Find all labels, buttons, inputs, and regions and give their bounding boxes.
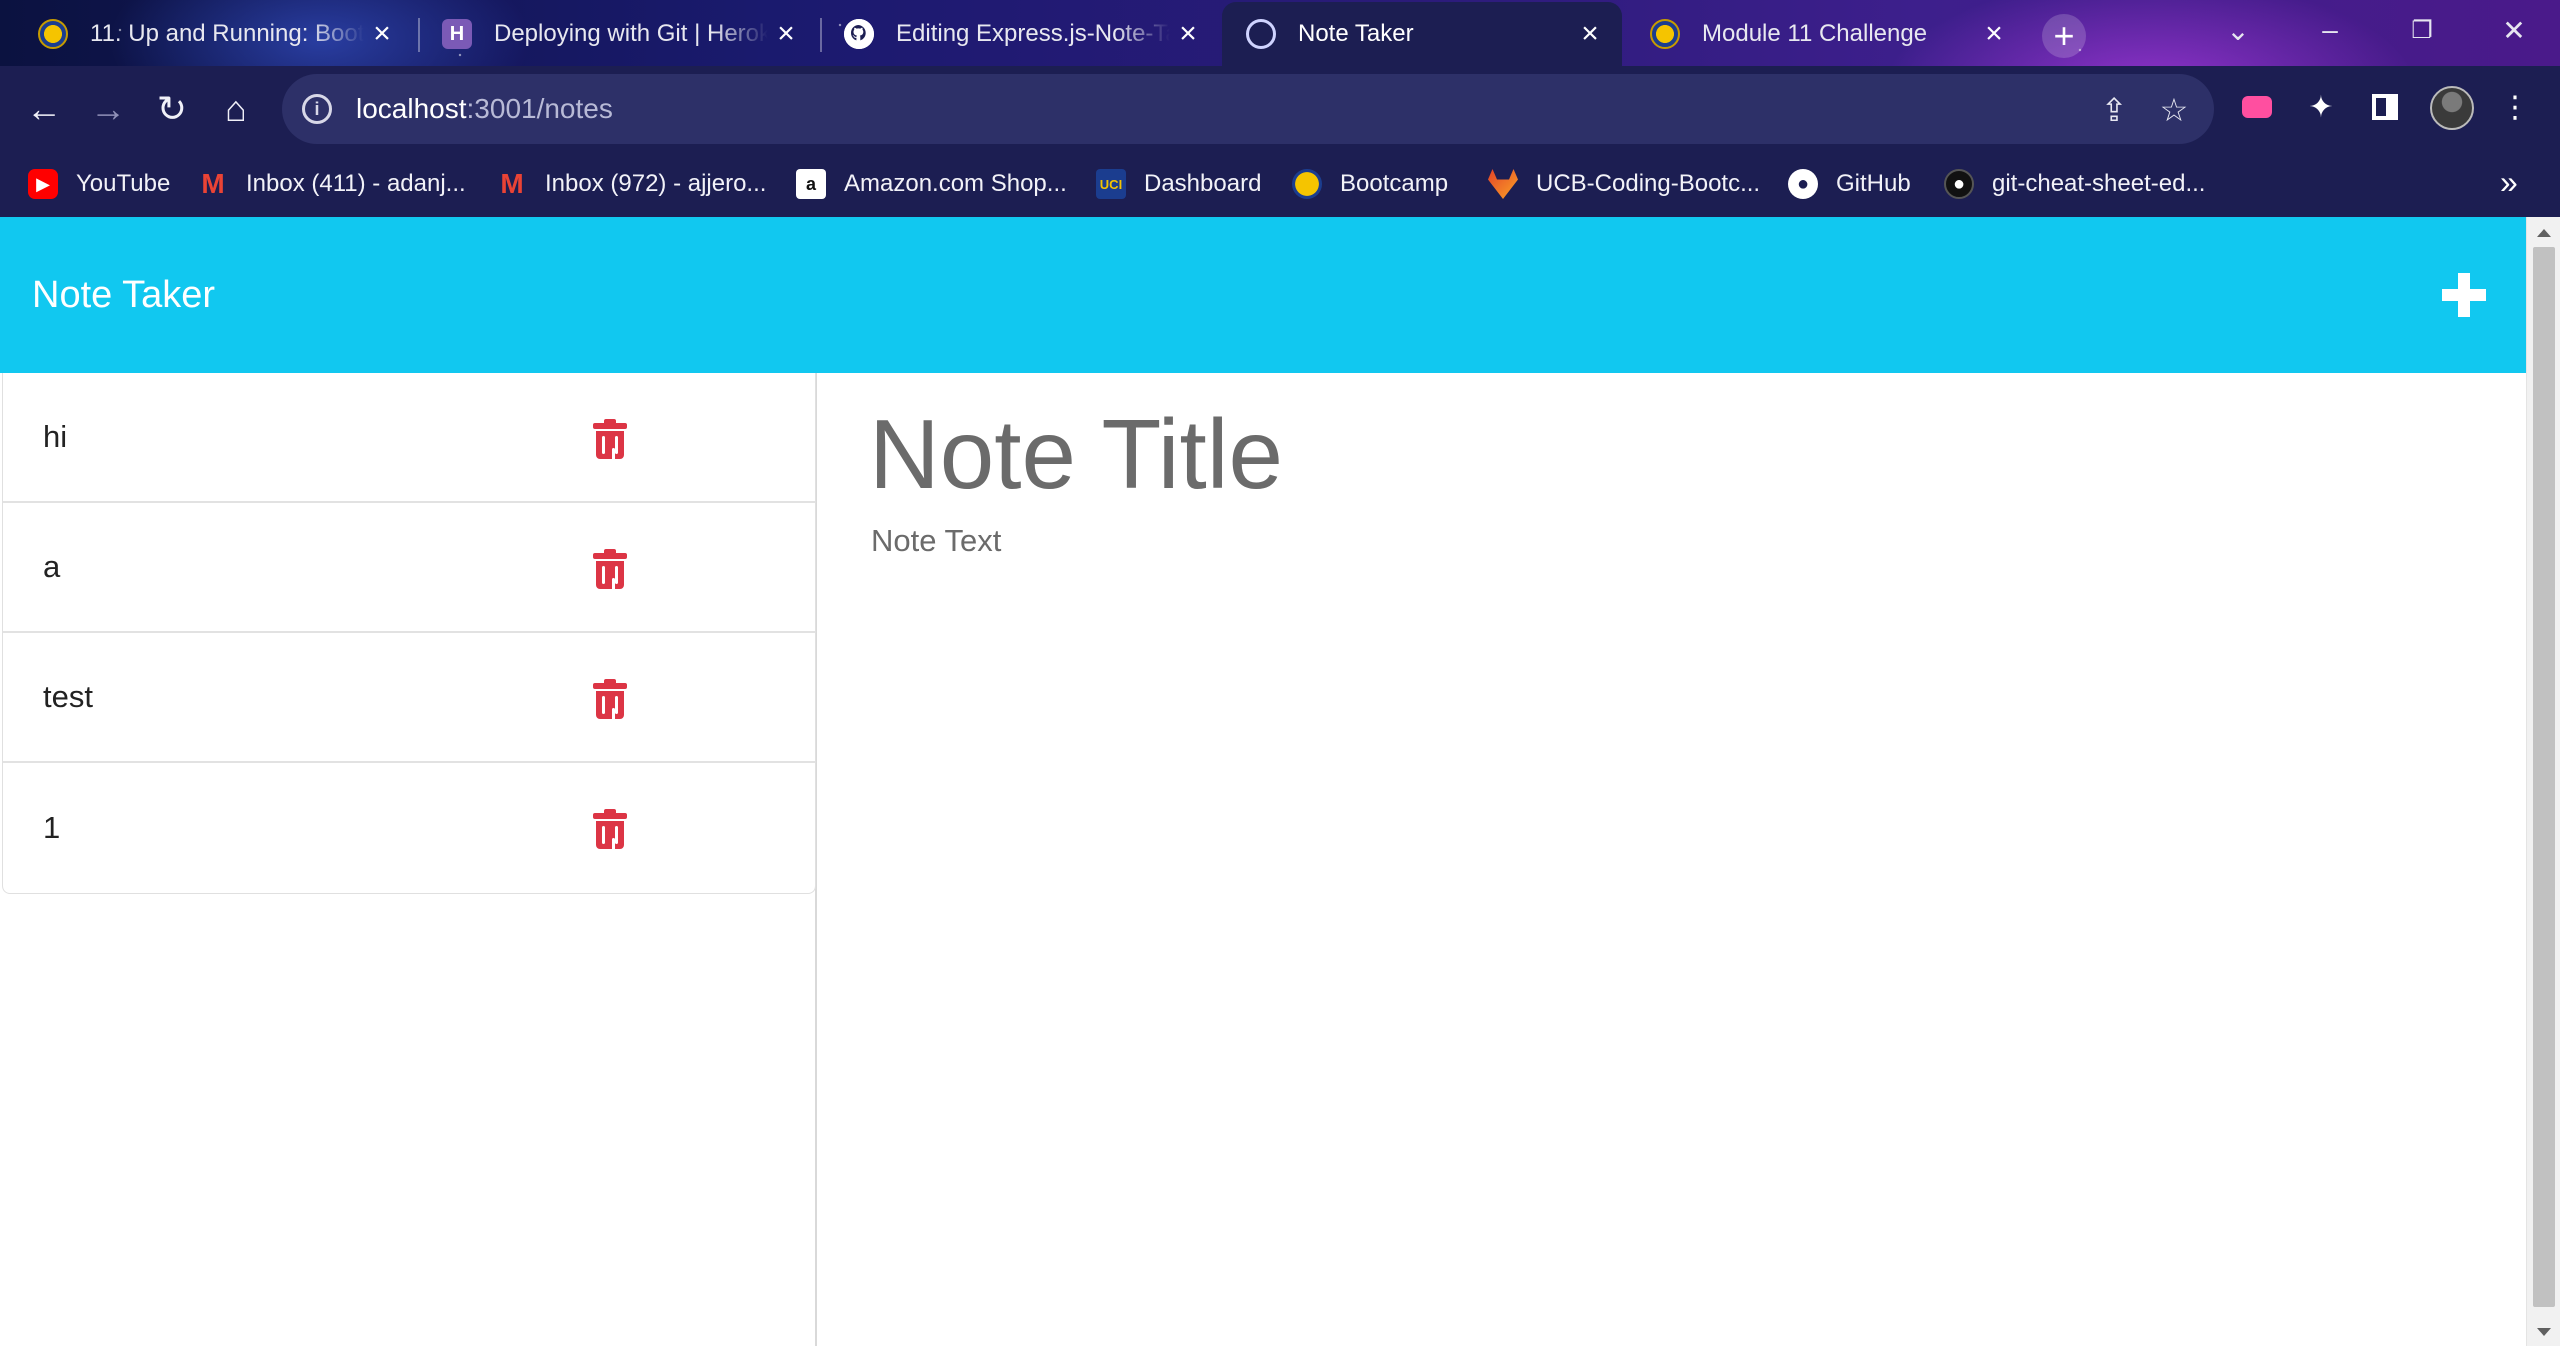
- browser-tab-module-11[interactable]: Module 11 Challenge ×: [1626, 2, 2026, 66]
- new-tab-button[interactable]: +: [2042, 14, 2086, 58]
- delete-trash-icon[interactable]: [593, 419, 627, 466]
- note-list: hi a test 1: [2, 373, 816, 894]
- extension-record-icon[interactable]: [2236, 86, 2278, 128]
- bookmark-label: Amazon.com Shop...: [844, 170, 1067, 197]
- tab-title: Note Taker: [1298, 20, 1414, 47]
- note-title-input[interactable]: [869, 399, 2269, 509]
- github-icon: [844, 19, 874, 49]
- amazon-icon: a: [796, 169, 826, 199]
- window-close-icon[interactable]: ✕: [2484, 8, 2544, 52]
- restore-icon[interactable]: ❐: [2392, 8, 2452, 52]
- tab-title: Editing Express.js-Note-Taker: [896, 20, 1170, 47]
- browser-chrome: 11. Up and Running: Boot × H Deploying w…: [0, 0, 2560, 217]
- home-icon[interactable]: ⌂: [212, 85, 260, 133]
- github-icon: ●: [1944, 169, 1974, 199]
- note-item-title[interactable]: 1: [43, 810, 60, 846]
- delete-trash-icon[interactable]: [593, 549, 627, 596]
- address-bar[interactable]: i localhost:3001/notes ⇪ ☆: [282, 74, 2214, 144]
- bookmark-label: Bootcamp: [1340, 170, 1449, 197]
- tab-title: Module 11 Challenge: [1702, 20, 1928, 47]
- scroll-up-arrow-icon[interactable]: [2537, 229, 2551, 237]
- bookmark-youtube[interactable]: ▶ YouTube: [28, 166, 170, 202]
- gitlab-icon: [1488, 169, 1518, 199]
- bookmark-amazon[interactable]: a Amazon.com Shop...: [796, 166, 1067, 202]
- scroll-down-arrow-icon[interactable]: [2537, 1328, 2551, 1336]
- bookmark-label: GitHub: [1836, 170, 1911, 197]
- tab-title: 11. Up and Running: Boot: [90, 20, 364, 47]
- note-text-input[interactable]: [871, 523, 2271, 1123]
- bookmark-inbox-ajjero[interactable]: M Inbox (972) - ajjero...: [497, 166, 766, 202]
- back-arrow-icon[interactable]: ←: [20, 85, 68, 133]
- note-item-title[interactable]: a: [43, 549, 60, 585]
- tab-search-chevron-icon[interactable]: ⌄: [2208, 8, 2268, 52]
- delete-trash-icon[interactable]: [593, 679, 627, 726]
- share-icon[interactable]: ⇪: [2096, 92, 2132, 128]
- delete-trash-icon[interactable]: [593, 809, 627, 856]
- close-icon[interactable]: ×: [1976, 16, 2012, 52]
- github-icon: ●: [1788, 169, 1818, 199]
- forward-arrow-icon[interactable]: →: [84, 85, 132, 133]
- note-list-item[interactable]: test: [3, 633, 815, 763]
- scrollbar-thumb[interactable]: [2533, 247, 2555, 1307]
- note-taker-page: Note Taker hi a test 1: [0, 217, 2526, 1346]
- menu-kebab-icon[interactable]: ⋮: [2494, 86, 2536, 128]
- browser-tab-note-taker[interactable]: Note Taker ×: [1222, 2, 1622, 66]
- bookmark-bootcamp[interactable]: Bootcamp: [1292, 166, 1448, 202]
- note-item-title[interactable]: test: [43, 679, 93, 715]
- heroku-icon: H: [442, 19, 472, 49]
- gmail-icon: M: [201, 168, 225, 199]
- reload-icon[interactable]: ↻: [148, 85, 196, 133]
- bookmark-label: YouTube: [76, 170, 171, 197]
- gmail-icon: M: [500, 168, 524, 199]
- uci-bootcamp-icon: [1650, 19, 1680, 49]
- close-icon[interactable]: ×: [1170, 16, 1206, 52]
- minimize-icon[interactable]: –: [2300, 8, 2360, 52]
- bookmark-ucb-gitlab[interactable]: UCB-Coding-Bootc...: [1488, 166, 1760, 202]
- bookmarks-overflow-icon[interactable]: »: [2500, 164, 2518, 201]
- tab-title: Deploying with Git | Heroku: [494, 20, 768, 47]
- bookmark-label: git-cheat-sheet-ed...: [1992, 170, 2206, 197]
- close-icon[interactable]: ×: [1572, 16, 1608, 52]
- extensions-puzzle-icon[interactable]: ✦: [2300, 86, 2342, 128]
- note-list-item[interactable]: 1: [3, 763, 815, 893]
- page-scrollbar[interactable]: [2526, 217, 2560, 1346]
- bootcamp-icon: [1292, 169, 1322, 199]
- bookmark-star-icon[interactable]: ☆: [2156, 92, 2192, 128]
- bookmark-dashboard[interactable]: UCI Dashboard: [1096, 166, 1261, 202]
- browser-toolbar: ← → ↻ ⌂ i localhost:3001/notes ⇪ ☆ ✦ ⋮: [0, 66, 2560, 152]
- brand-title[interactable]: Note Taker: [32, 274, 215, 317]
- browser-tab-deploying-heroku[interactable]: H Deploying with Git | Heroku ×: [418, 2, 818, 66]
- bookmark-inbox-adanj[interactable]: M Inbox (411) - adanj...: [198, 166, 466, 202]
- address-host: localhost: [356, 93, 467, 124]
- bookmark-label: Inbox (411) - adanj...: [246, 170, 466, 197]
- new-note-plus-icon[interactable]: [2436, 267, 2492, 323]
- uci-icon: UCI: [1096, 169, 1126, 199]
- youtube-icon: ▶: [28, 169, 58, 199]
- address-path: :3001/notes: [466, 93, 613, 124]
- browser-tab-up-and-running[interactable]: 11. Up and Running: Boot ×: [14, 2, 414, 66]
- note-list-item[interactable]: a: [3, 503, 815, 633]
- bookmark-github[interactable]: ● GitHub: [1788, 166, 1911, 202]
- bookmark-label: UCB-Coding-Bootc...: [1536, 170, 1761, 197]
- globe-icon: [1246, 19, 1276, 49]
- close-icon[interactable]: ×: [364, 16, 400, 52]
- notes-sidebar: hi a test 1: [0, 373, 817, 1346]
- bookmark-git-cheat-sheet[interactable]: ● git-cheat-sheet-ed...: [1944, 166, 2205, 202]
- browser-tab-editing-github[interactable]: Editing Express.js-Note-Taker ×: [820, 2, 1220, 66]
- uci-bootcamp-icon: [38, 19, 68, 49]
- close-icon[interactable]: ×: [768, 16, 804, 52]
- note-list-item[interactable]: hi: [3, 373, 815, 503]
- note-editor: [819, 373, 2526, 1346]
- site-info-icon[interactable]: i: [302, 94, 332, 124]
- app-navbar: Note Taker: [0, 217, 2526, 373]
- side-panel-icon[interactable]: [2364, 86, 2406, 128]
- bookmark-label: Inbox (972) - ajjero...: [545, 170, 767, 197]
- bookmarks-bar: ▶ YouTube M Inbox (411) - adanj... M Inb…: [0, 152, 2560, 217]
- bookmark-label: Dashboard: [1144, 170, 1262, 197]
- note-item-title[interactable]: hi: [43, 419, 67, 455]
- profile-avatar[interactable]: [2430, 86, 2474, 130]
